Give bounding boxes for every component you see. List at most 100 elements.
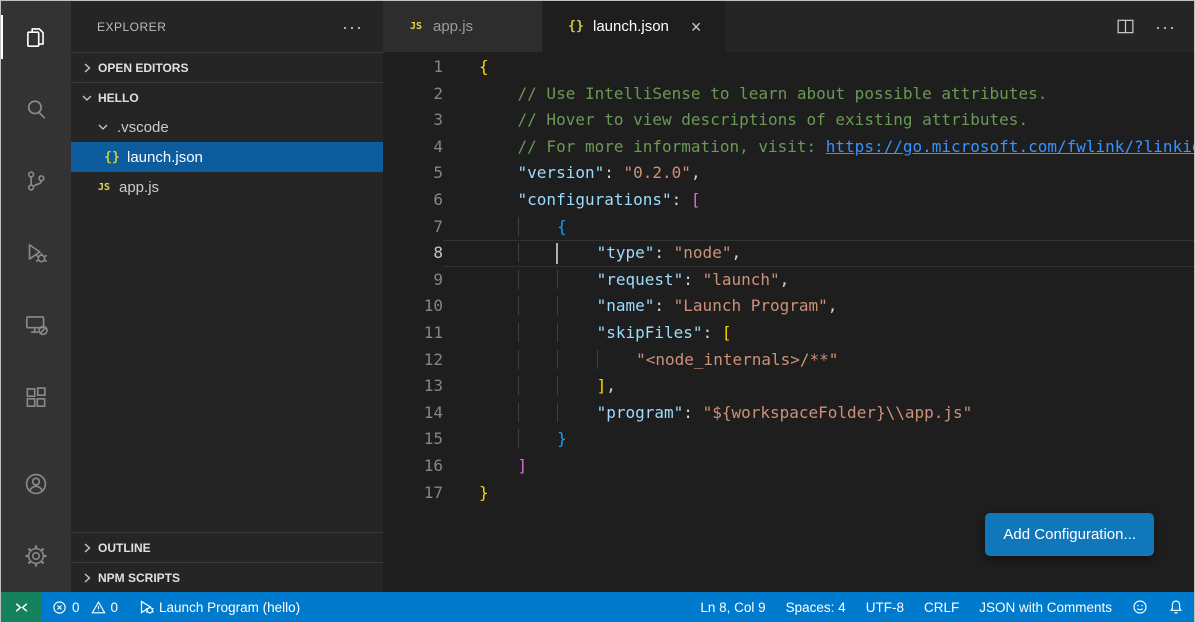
code-line-8[interactable]: 8 "type": "node", (383, 240, 1194, 267)
section-folder-hello[interactable]: HELLO (71, 82, 383, 112)
eol-label: CRLF (924, 600, 959, 615)
code-line-5[interactable]: 5 "version": "0.2.0", (383, 160, 1194, 187)
line-number[interactable]: 1 (383, 54, 443, 81)
code-line-6[interactable]: 6 "configurations": [ (383, 187, 1194, 214)
line-number[interactable]: 11 (383, 320, 443, 347)
tab-app-js[interactable]: JS app.js (383, 1, 543, 52)
line-number[interactable]: 4 (383, 134, 443, 161)
code-line-10[interactable]: 10 "name": "Launch Program", (383, 293, 1194, 320)
encoding-label: UTF-8 (866, 600, 904, 615)
feedback-icon[interactable] (1122, 592, 1158, 622)
code-line-4[interactable]: 4 // For more information, visit: https:… (383, 134, 1194, 161)
tab-label: launch.json (593, 18, 669, 35)
activity-bar-top (1, 1, 71, 433)
source-control-icon (23, 168, 49, 194)
code-line-9[interactable]: 9 "request": "launch", (383, 267, 1194, 294)
debug-config-label: Launch Program (hello) (159, 600, 300, 615)
line-number[interactable]: 10 (383, 293, 443, 320)
encoding-status[interactable]: UTF-8 (856, 592, 914, 622)
activity-bar-item-source-control[interactable] (1, 145, 71, 217)
more-actions-icon[interactable]: ··· (1155, 18, 1176, 36)
sidebar-title: EXPLORER (97, 20, 166, 34)
line-number[interactable]: 8 (383, 240, 443, 267)
line-number[interactable]: 3 (383, 107, 443, 134)
tree-item-app-js[interactable]: JSapp.js (71, 172, 383, 202)
line-number[interactable]: 17 (383, 480, 443, 507)
language-label: JSON with Comments (979, 600, 1112, 615)
sidebar-header: EXPLORER ··· (71, 1, 383, 52)
explorer-sidebar: EXPLORER ··· OPEN EDITORS HELLO .vscode {… (71, 1, 383, 592)
remote-indicator[interactable] (1, 592, 42, 622)
chevron-right-icon (79, 540, 95, 556)
code-line-12[interactable]: 12 "<node_internals>/**" (383, 347, 1194, 374)
cursor-position-status[interactable]: Ln 8, Col 9 (690, 592, 775, 622)
activity-bar-item-explorer[interactable] (1, 1, 71, 73)
code-line-1[interactable]: 1{ (383, 54, 1194, 81)
line-number[interactable]: 12 (383, 347, 443, 374)
line-number[interactable]: 9 (383, 267, 443, 294)
line-number[interactable]: 16 (383, 453, 443, 480)
code-line-7[interactable]: 7 { (383, 214, 1194, 241)
js-file-icon: JS (407, 21, 425, 32)
search-icon (23, 96, 49, 122)
code-line-14[interactable]: 14 "program": "${workspaceFolder}\\app.j… (383, 400, 1194, 427)
code-line-15[interactable]: 15 } (383, 426, 1194, 453)
line-col-label: Ln 8, Col 9 (700, 600, 765, 615)
line-number[interactable]: 2 (383, 81, 443, 108)
code-line-13[interactable]: 13 ], (383, 373, 1194, 400)
editor-pane: 1{2 // Use IntelliSense to learn about p… (383, 52, 1194, 592)
activity-bar-bottom (1, 448, 71, 592)
activity-bar-item-manage[interactable] (1, 520, 71, 592)
add-configuration-button[interactable]: Add Configuration... (985, 513, 1154, 556)
section-open-editors[interactable]: OPEN EDITORS (71, 52, 383, 82)
close-icon[interactable]: × (691, 18, 702, 36)
line-number[interactable]: 5 (383, 160, 443, 187)
section-label: OPEN EDITORS (98, 61, 188, 75)
editor-actions: ··· (1116, 1, 1194, 52)
tab-label: app.js (433, 18, 473, 35)
file-name: launch.json (127, 149, 203, 166)
line-number[interactable]: 6 (383, 187, 443, 214)
language-mode-status[interactable]: JSON with Comments (969, 592, 1122, 622)
chevron-right-icon (79, 60, 95, 76)
line-number[interactable]: 7 (383, 214, 443, 241)
code-line-16[interactable]: 16 ] (383, 453, 1194, 480)
section-label: NPM SCRIPTS (98, 571, 180, 585)
activity-bar-item-search[interactable] (1, 73, 71, 145)
line-number[interactable]: 14 (383, 400, 443, 427)
activity-bar (1, 1, 71, 592)
tree-item-launch-json[interactable]: {}launch.json (71, 142, 383, 172)
section-outline[interactable]: OUTLINE (71, 532, 383, 562)
tab-launch-json[interactable]: {} launch.json × (543, 1, 725, 52)
tab-bar: JS app.js {} launch.json × ··· (383, 1, 1194, 52)
chevron-down-icon (95, 119, 111, 135)
extensions-icon (23, 384, 49, 410)
activity-bar-item-accounts[interactable] (1, 448, 71, 520)
code-line-2[interactable]: 2 // Use IntelliSense to learn about pos… (383, 81, 1194, 108)
code-line-11[interactable]: 11 "skipFiles": [ (383, 320, 1194, 347)
eol-status[interactable]: CRLF (914, 592, 969, 622)
code-area[interactable]: 1{2 // Use IntelliSense to learn about p… (383, 54, 1194, 506)
section-npm-scripts[interactable]: NPM SCRIPTS (71, 562, 383, 592)
error-count: 0 (72, 600, 80, 615)
activity-bar-item-run-and-debug[interactable] (1, 217, 71, 289)
run-and-debug-icon (23, 240, 49, 266)
tree-item-vscode[interactable]: .vscode (71, 112, 383, 142)
line-number[interactable]: 13 (383, 373, 443, 400)
sidebar-more-actions-icon[interactable]: ··· (342, 18, 363, 36)
activity-bar-item-remote-explorer[interactable] (1, 289, 71, 361)
line-number[interactable]: 15 (383, 426, 443, 453)
file-name: .vscode (117, 119, 169, 136)
debug-status[interactable]: Launch Program (hello) (128, 592, 310, 622)
notifications-bell-icon[interactable] (1158, 592, 1194, 622)
split-editor-icon[interactable] (1116, 17, 1135, 36)
problems-indicator[interactable]: 0 0 (42, 592, 128, 622)
indentation-status[interactable]: Spaces: 4 (776, 592, 856, 622)
code-line-3[interactable]: 3 // Hover to view descriptions of exist… (383, 107, 1194, 134)
remote-explorer-icon (23, 312, 49, 338)
activity-bar-item-extensions[interactable] (1, 361, 71, 433)
code-line-17[interactable]: 17} (383, 480, 1194, 507)
error-icon (52, 600, 67, 615)
chevron-down-icon (79, 90, 95, 106)
chevron-right-icon (79, 570, 95, 586)
